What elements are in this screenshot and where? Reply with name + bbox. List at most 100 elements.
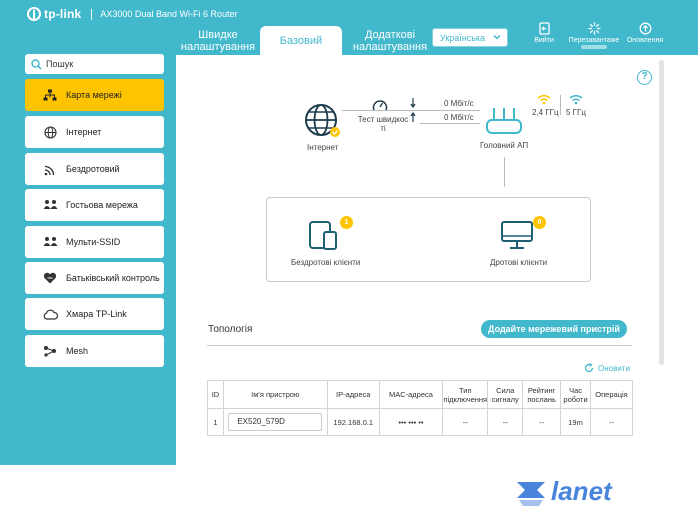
cloud-icon xyxy=(42,306,58,322)
upload-arrow-icon xyxy=(410,112,416,122)
column-header-operation: Операція xyxy=(590,380,633,409)
sidebar-item-label: Карта мережі xyxy=(66,90,122,100)
refresh-button[interactable]: Оновити xyxy=(584,363,630,373)
column-header-mac: MAC-адреса xyxy=(378,380,444,409)
network-map-icon xyxy=(42,87,58,103)
search-input[interactable] xyxy=(46,59,156,69)
globe-icon xyxy=(42,124,58,140)
upload-line xyxy=(420,123,480,124)
multi-ssid-icon xyxy=(42,234,58,250)
sidebar-item-cloud[interactable]: Хмара TP-Link xyxy=(25,298,164,330)
band-5-label: 5 ГГц xyxy=(566,108,586,117)
chevron-down-icon xyxy=(493,34,501,40)
logout-label: Вийти xyxy=(534,37,554,44)
upload-speed: 0 Мбіт/с xyxy=(444,113,474,122)
table-row: 1 EX520_579D 192.168.0.1 ••• ••• •• -- -… xyxy=(207,408,633,436)
tab-advanced[interactable]: Додаткові налаштування xyxy=(344,26,436,55)
router-label: Головний АП xyxy=(480,141,529,150)
wireless-clients-icon[interactable] xyxy=(308,219,340,251)
help-icon[interactable]: ? xyxy=(637,70,652,85)
guest-network-icon xyxy=(42,197,58,213)
update-icon xyxy=(639,22,651,35)
cell-rating: -- xyxy=(522,408,562,436)
refresh-icon xyxy=(584,363,594,373)
content-scrollbar[interactable] xyxy=(659,60,664,365)
model-name: AX3000 Dual Band Wi-Fi 6 Router xyxy=(100,9,238,19)
internet-router-link xyxy=(342,110,480,111)
cell-operation: -- xyxy=(590,408,633,436)
brand-name: tp-link xyxy=(44,7,82,21)
sidebar-item-label: Mesh xyxy=(66,346,89,356)
wifi-5-icon[interactable] xyxy=(569,94,583,105)
router-icon[interactable] xyxy=(485,106,523,136)
wired-clients-icon[interactable] xyxy=(500,219,534,251)
reboot-icon xyxy=(587,22,601,35)
topology-divider xyxy=(207,345,632,346)
column-header-type: Тип підключення xyxy=(442,380,489,409)
speed-test-label[interactable]: Тест швидкос ті xyxy=(357,115,409,133)
sidebar-item-multi-ssid[interactable]: Мульти-SSID xyxy=(25,226,164,258)
reboot-active-indicator xyxy=(581,45,607,49)
wireless-icon xyxy=(42,161,58,177)
sidebar-item-internet[interactable]: Інтернет xyxy=(25,116,164,148)
update-label: Оновлення xyxy=(626,37,664,44)
internet-globe-icon[interactable] xyxy=(304,103,342,141)
sidebar-item-label: Бездротовий xyxy=(66,164,120,174)
logout-button[interactable]: Вийти xyxy=(516,22,572,52)
reboot-label: Перезавантаже xyxy=(568,37,620,44)
column-header-signal: Сила сигналу xyxy=(487,380,524,409)
sidebar-item-label: Інтернет xyxy=(66,127,102,137)
sidebar-item-mesh[interactable]: Mesh xyxy=(25,335,164,367)
logout-icon xyxy=(538,22,550,35)
band-24-label: 2,4 ГГц xyxy=(532,108,559,117)
sidebar-item-label: Мульти-SSID xyxy=(66,237,121,247)
mesh-icon xyxy=(42,343,58,359)
cell-signal: -- xyxy=(487,408,524,436)
lanet-logo-text: lanet xyxy=(551,476,613,506)
search-box[interactable] xyxy=(25,54,164,74)
download-speed: 0 Мбіт/с xyxy=(444,99,474,108)
column-header-uptime: Час роботи xyxy=(560,380,592,409)
download-arrow-icon xyxy=(410,98,416,108)
language-select[interactable]: Українська xyxy=(432,28,508,47)
parental-control-icon xyxy=(42,270,58,286)
column-header-name: Ім'я пристрою xyxy=(222,380,328,409)
sidebar-item-label: Гостьова мережа xyxy=(66,200,138,210)
tab-quick-setup[interactable]: Швидке налаштування xyxy=(172,26,264,55)
cell-mac: ••• ••• •• xyxy=(378,408,444,436)
sidebar-item-network-map[interactable]: Карта мережі xyxy=(25,79,164,111)
lanet-logo: lanet xyxy=(517,476,613,506)
brand-separator xyxy=(91,8,93,20)
cell-id: 1 xyxy=(207,408,224,436)
cell-type: -- xyxy=(442,408,489,436)
sidebar-item-wireless[interactable]: Бездротовий xyxy=(25,153,164,185)
device-name-field[interactable]: EX520_579D xyxy=(228,413,323,431)
brand: tp-link AX3000 Dual Band Wi-Fi 6 Router xyxy=(27,7,237,21)
column-header-ip: IP-адреса xyxy=(326,380,380,409)
column-header-rating: Рейтинг послань xyxy=(522,380,562,409)
sidebar-item-guest-network[interactable]: Гостьова мережа xyxy=(25,189,164,221)
refresh-label: Оновити xyxy=(598,363,630,373)
tp-link-logo-icon xyxy=(27,7,41,21)
update-button[interactable]: Оновлення xyxy=(617,22,673,52)
cell-name: EX520_579D xyxy=(222,408,328,436)
wired-clients-label: Дротові клієнти xyxy=(490,258,548,267)
topology-title: Топологія xyxy=(208,324,253,335)
sidebar-item-parental-control[interactable]: Батьківський контроль xyxy=(25,262,164,294)
column-header-id: ID xyxy=(207,380,224,409)
wireless-clients-badge: 1 xyxy=(340,216,353,229)
tab-basic[interactable]: Базовий xyxy=(260,26,342,55)
internet-label: Інтернет xyxy=(307,143,339,152)
device-table: ID Ім'я пристрою IP-адреса MAC-адреса Ти… xyxy=(207,380,633,436)
wireless-clients-label: Бездротові клієнти xyxy=(291,258,361,267)
reboot-button[interactable]: Перезавантаже xyxy=(566,22,622,52)
band-separator xyxy=(560,95,561,115)
add-network-device-button[interactable]: Додайте мережевий пристрій xyxy=(481,320,627,338)
wifi-24-icon[interactable] xyxy=(537,94,551,105)
sidebar-item-label: Батьківський контроль xyxy=(66,273,160,283)
cell-ip: 192.168.0.1 xyxy=(326,408,380,436)
wired-clients-badge: 0 xyxy=(533,216,546,229)
table-header-row: ID Ім'я пристрою IP-адреса MAC-адреса Ти… xyxy=(207,380,633,409)
sidebar-item-label: Хмара TP-Link xyxy=(66,309,127,319)
language-value: Українська xyxy=(440,32,486,43)
